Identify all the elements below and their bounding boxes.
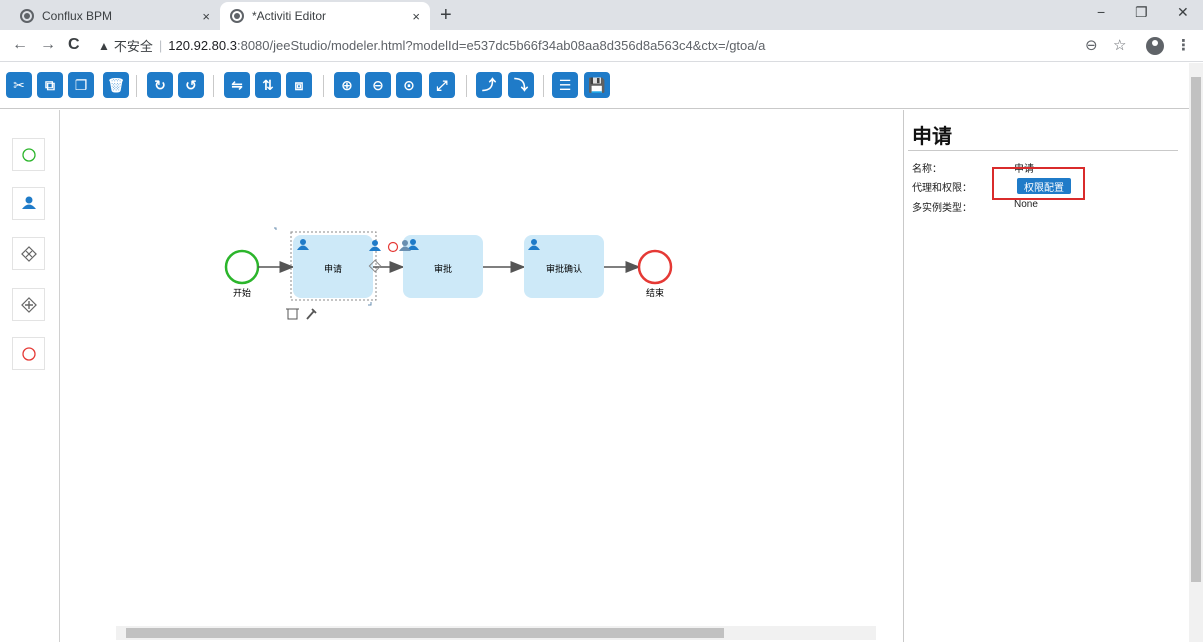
save-button[interactable]: 💾 (584, 72, 610, 98)
shape-palette (0, 110, 60, 642)
close-window-button[interactable]: ✕ (1177, 4, 1189, 21)
property-label-permissions: 代理和权限： (912, 183, 972, 194)
back-button[interactable]: ← (12, 36, 28, 54)
task-label: 申请 (323, 264, 342, 274)
zoom-in-button[interactable]: ⊕ (334, 72, 360, 98)
properties-panel: 申请 名称： 申请 代理和权限： 权限配置 多实例类型： None (903, 110, 1189, 642)
palette-end-event[interactable] (12, 337, 45, 370)
globe-icon (20, 9, 34, 23)
annotation-highlight-box (992, 167, 1085, 200)
url-separator: | (158, 38, 163, 53)
toolbar-divider (213, 75, 214, 97)
url-host: 120.92.80.3 (168, 38, 237, 53)
redo-button[interactable]: ↻ (147, 72, 173, 98)
menu-icon[interactable]: ⋮ (1176, 36, 1191, 54)
wrench-icon (306, 308, 317, 320)
view-xml-button[interactable]: ☰ (552, 72, 578, 98)
user-task-icon (22, 196, 36, 209)
star-icon[interactable]: ☆ (1113, 36, 1126, 54)
paste-button[interactable]: ❐ (68, 72, 94, 98)
undo-button[interactable]: ↺ (178, 72, 204, 98)
vertical-scrollbar[interactable] (1189, 63, 1203, 642)
tab-title: Conflux BPM (42, 9, 113, 23)
tab-title: *Activiti Editor (252, 9, 327, 23)
account-icon[interactable] (1146, 37, 1164, 55)
editor-toolbar: ✂ ⧉ ❐ 🗑 ↻ ↺ ⇋ ⇅ ⧈ ⊕ ⊖ ⊙ ⤢ ⤴ ⤵ ☰ 💾 (0, 63, 1189, 109)
diagram-canvas[interactable]: 开始 申请 审批 审批确认 结束 (61, 110, 903, 642)
start-event-icon (22, 148, 36, 162)
palette-user-task[interactable] (12, 187, 45, 220)
process-diagram (224, 227, 673, 320)
zoom-actual-button[interactable]: ⊙ (396, 72, 422, 98)
globe-icon (230, 9, 244, 23)
toolbar-divider (136, 75, 137, 97)
delete-button[interactable]: 🗑 (103, 72, 129, 98)
scrollbar-thumb[interactable] (1191, 77, 1201, 582)
append-end-event-icon (387, 241, 399, 253)
align-vertical-button[interactable]: ⇅ (255, 72, 281, 98)
start-event-label: 开始 (232, 288, 251, 298)
zoom-fit-button[interactable]: ⤢ (429, 72, 455, 98)
property-label-multi-instance: 多实例类型： (912, 203, 972, 214)
end-event-icon (22, 347, 36, 361)
url-field[interactable]: ▲ 不安全 | 120.92.80.3 :8080/jeeStudio/mode… (98, 36, 765, 55)
horizontal-scrollbar[interactable] (116, 626, 876, 640)
copy-button[interactable]: ⧉ (37, 72, 63, 98)
end-event[interactable] (637, 249, 673, 285)
cut-button[interactable]: ✂ (6, 72, 32, 98)
palette-exclusive-gateway[interactable] (12, 237, 45, 270)
toolbar-divider (466, 75, 467, 97)
reload-button[interactable]: C (68, 36, 80, 54)
parallel-gateway-icon (21, 297, 37, 313)
address-bar-row: ← → C ▲ 不安全 | 120.92.80.3 :8080/jeeStudi… (0, 30, 1203, 62)
palette-parallel-gateway[interactable] (12, 288, 45, 321)
tab-activiti-editor[interactable]: *Activiti Editor × (220, 2, 430, 30)
zoom-icon[interactable]: ⊖ (1085, 36, 1098, 54)
forward-button[interactable]: → (40, 36, 56, 54)
resize-handle (368, 302, 372, 306)
scrollbar-thumb[interactable] (126, 628, 724, 638)
exclusive-gateway-icon (21, 246, 37, 262)
restore-button[interactable]: ❐ (1135, 4, 1148, 21)
start-event[interactable] (224, 249, 260, 285)
toolbar-divider (323, 75, 324, 97)
bendpoint-remove-button[interactable]: ⤵ (508, 72, 534, 98)
new-tab-button[interactable]: + (440, 4, 452, 27)
zoom-out-button[interactable]: ⊖ (365, 72, 391, 98)
url-path: :8080/jeeStudio/modeler.html?modelId=e53… (236, 38, 766, 53)
close-icon[interactable]: × (202, 9, 210, 24)
task-label: 审批确认 (545, 264, 582, 274)
end-event-label: 结束 (645, 288, 664, 298)
warning-triangle-icon: ▲ (98, 38, 110, 53)
same-size-button[interactable]: ⧈ (286, 72, 312, 98)
divider (908, 150, 1178, 151)
resize-handle (274, 227, 277, 230)
browser-tab-strip: Conflux BPM × *Activiti Editor × + − ❐ ✕ (0, 0, 1203, 30)
property-value-multi-instance[interactable]: None (1014, 199, 1038, 210)
tab-conflux-bpm[interactable]: Conflux BPM × (10, 2, 220, 30)
palette-start-event[interactable] (12, 138, 45, 171)
toolbar-divider (543, 75, 544, 97)
property-label-name: 名称： (912, 164, 942, 175)
bendpoint-add-button[interactable]: ⤴ (476, 72, 502, 98)
minimize-button[interactable]: − (1097, 4, 1105, 20)
security-status: 不安全 (113, 39, 153, 54)
close-icon[interactable]: × (412, 9, 420, 24)
align-horizontal-button[interactable]: ⇋ (224, 72, 250, 98)
delete-icon (286, 308, 299, 320)
properties-title: 申请 (912, 126, 952, 148)
task-label: 审批 (433, 264, 452, 274)
